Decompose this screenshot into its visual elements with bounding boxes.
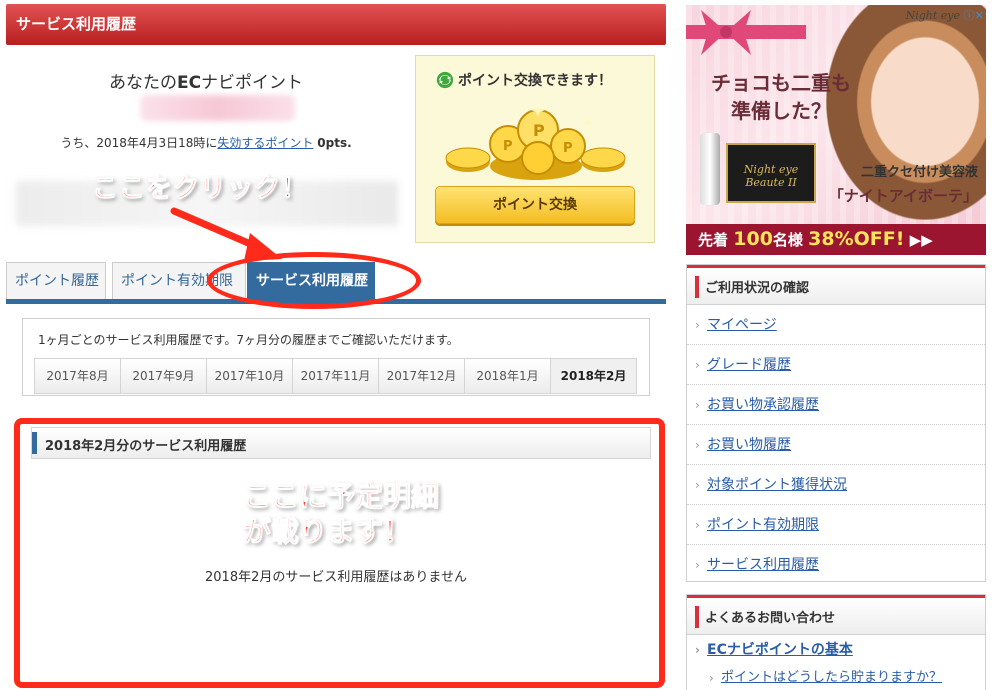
chevron-right-icon: › bbox=[709, 671, 714, 685]
points-heading-bold: EC bbox=[176, 73, 202, 93]
ad-offer-count: 100 bbox=[733, 228, 773, 250]
month-button[interactable]: 2017年12月 bbox=[379, 359, 465, 393]
ad-offer-bar: 先着 100名様 38%OFF! ▶▶ bbox=[686, 224, 986, 255]
ad-offer-arrows: ▶▶ bbox=[909, 231, 933, 249]
ad-offer-mid: 名様 bbox=[772, 231, 803, 249]
month-button[interactable]: 2017年11月 bbox=[293, 359, 379, 393]
point-exchange-panel: ポイント交換できます！ P P P ポイント交換 bbox=[415, 55, 655, 243]
sidebar-link[interactable]: ポイント有効期限 bbox=[707, 517, 819, 533]
expire-points-link[interactable]: 失効するポイント bbox=[217, 136, 313, 150]
history-highlight-frame bbox=[14, 418, 665, 688]
ad-logo: Night eye bbox=[905, 9, 960, 22]
chevron-right-icon: › bbox=[695, 558, 700, 572]
svg-text:P: P bbox=[503, 139, 513, 154]
sidebar-item-point-status[interactable]: › 対象ポイント獲得状況 bbox=[687, 465, 985, 505]
point-exchange-button[interactable]: ポイント交換 bbox=[435, 186, 635, 224]
ad-subtitle: 二重クセ付け美容液 bbox=[860, 165, 978, 180]
ad-banner[interactable]: Night eye ⓘ✕ チョコも二重も 準備した？ Night eye Bea… bbox=[686, 5, 986, 255]
expire-value: 0pts. bbox=[317, 136, 352, 150]
exchange-title-text: ポイント交換できます！ bbox=[458, 73, 612, 89]
usage-status-panel: ご利用状況の確認 › マイページ › グレード履歴 › お買い物承認履歴 › お買い物履… bbox=[686, 264, 986, 582]
ad-product-name: 「ナイトアイボーテ」 bbox=[828, 187, 978, 205]
month-button[interactable]: 2017年10月 bbox=[207, 359, 293, 393]
points-heading-prefix: あなたの bbox=[108, 73, 177, 93]
chevron-right-icon: › bbox=[695, 358, 700, 372]
ad-headline-line1: チョコも二重も bbox=[711, 71, 851, 95]
tab-point-history[interactable]: ポイント履歴 bbox=[6, 262, 106, 299]
sidebar-link[interactable]: お買い物履歴 bbox=[707, 437, 791, 453]
sidebar-item-purchase-history[interactable]: › お買い物履歴 bbox=[687, 425, 985, 465]
ribbon-icon bbox=[686, 10, 806, 55]
exchange-title: ポイント交換できます！ bbox=[436, 70, 612, 90]
expire-prefix: うち、2018年4月3日18時に bbox=[60, 136, 218, 150]
month-description: 1ヶ月ごとのサービス利用履歴です。7ヶ月分の履歴までご確認いただけます。 bbox=[38, 333, 459, 347]
chevron-right-icon: › bbox=[695, 518, 700, 532]
sidebar-link[interactable]: お買い物承認履歴 bbox=[707, 397, 819, 413]
ad-headline-line2: 準備した？ bbox=[731, 99, 831, 123]
main-column: サービス利用履歴 あなたのECナビポイント うち、2018年4月3日18時に失効… bbox=[0, 0, 672, 690]
ad-offer-prefix: 先着 bbox=[698, 231, 729, 249]
faq-panel: よくあるお問い合わせ › ECナビポイントの基本 › ポイントはどうしたら貯まります… bbox=[686, 594, 986, 690]
sidebar-item-point-expiry[interactable]: › ポイント有効期限 bbox=[687, 505, 985, 545]
page-title: サービス利用履歴 bbox=[6, 4, 666, 45]
expire-info: うち、2018年4月3日18時に失効するポイント 0pts. bbox=[16, 134, 396, 151]
points-value-redacted bbox=[140, 95, 295, 121]
sidebar-item-grade-history[interactable]: › グレード履歴 bbox=[687, 345, 985, 385]
ad-offer-discount: 38%OFF! bbox=[808, 228, 905, 250]
month-selector: 2017年8月 2017年9月 2017年10月 2017年11月 2017年1… bbox=[34, 358, 637, 394]
sidebar-link[interactable]: サービス利用履歴 bbox=[707, 557, 819, 573]
chevron-right-icon: › bbox=[695, 398, 700, 412]
month-button[interactable]: 2017年9月 bbox=[121, 359, 207, 393]
ad-headline: チョコも二重も 準備した？ bbox=[701, 69, 861, 125]
svg-text:P: P bbox=[563, 141, 573, 156]
ad-close-icon[interactable]: ⓘ✕ bbox=[964, 7, 984, 23]
tab-highlight-circle bbox=[207, 252, 421, 309]
chevron-right-icon: › bbox=[695, 643, 700, 657]
month-selector-panel: 1ヶ月ごとのサービス利用履歴です。7ヶ月分の履歴までご確認いただけます。 201… bbox=[22, 318, 650, 396]
month-button[interactable]: 2017年8月 bbox=[35, 359, 121, 393]
chevron-right-icon: › bbox=[695, 318, 700, 332]
product-bottle bbox=[700, 133, 720, 205]
chevron-right-icon: › bbox=[695, 478, 700, 492]
faq-question-link[interactable]: ポイントはどうしたら貯まりますか？ bbox=[721, 670, 942, 685]
recycle-icon bbox=[436, 71, 454, 89]
sidebar-item-purchase-approval[interactable]: › お買い物承認履歴 bbox=[687, 385, 985, 425]
points-heading-suffix: ナビポイント bbox=[201, 73, 304, 93]
product-box: Night eye Beaute II bbox=[726, 143, 816, 203]
month-button-selected[interactable]: 2018年2月 bbox=[551, 359, 636, 393]
faq-title: よくあるお問い合わせ bbox=[705, 611, 836, 626]
month-button[interactable]: 2018年1月 bbox=[465, 359, 551, 393]
faq-category-link[interactable]: ECナビポイントの基本 bbox=[707, 642, 853, 658]
sidebar-link[interactable]: マイページ bbox=[707, 317, 777, 333]
faq-question[interactable]: › ポイントはどうしたら貯まりますか？ bbox=[687, 665, 985, 690]
product-box-label: Night eye Beaute II bbox=[743, 163, 799, 189]
usage-status-header: ご利用状況の確認 bbox=[687, 265, 985, 305]
click-here-annotation: ここをクリック！ bbox=[91, 174, 309, 205]
page: サービス利用履歴 あなたのECナビポイント うち、2018年4月3日18時に失効… bbox=[0, 0, 995, 690]
sidebar-link[interactable]: 対象ポイント獲得状況 bbox=[707, 477, 847, 493]
faq-header: よくあるお問い合わせ bbox=[687, 595, 985, 635]
svg-text:P: P bbox=[533, 121, 545, 140]
sidebar-item-mypage[interactable]: › マイページ bbox=[687, 305, 985, 345]
coins-illustration: P P P bbox=[445, 104, 626, 180]
points-heading: あなたのECナビポイント bbox=[16, 68, 396, 93]
faq-category[interactable]: › ECナビポイントの基本 bbox=[687, 635, 985, 665]
usage-status-title: ご利用状況の確認 bbox=[705, 281, 810, 296]
sidebar-link[interactable]: グレード履歴 bbox=[707, 357, 791, 373]
chevron-right-icon: › bbox=[695, 438, 700, 452]
sidebar-item-service-history[interactable]: › サービス利用履歴 bbox=[687, 545, 985, 585]
